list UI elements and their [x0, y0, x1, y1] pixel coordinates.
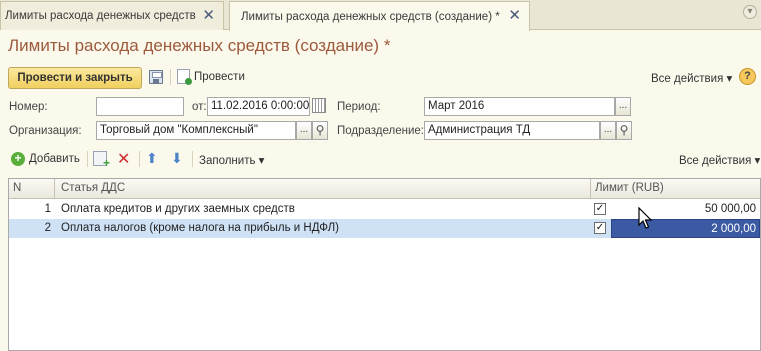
tab-label: Лимиты расхода денежных средств (создани…	[241, 10, 500, 23]
tab-label: Лимиты расхода денежных средств	[5, 10, 196, 22]
organization-select-button[interactable]: ...	[296, 121, 312, 140]
help-icon[interactable]: ?	[739, 68, 756, 85]
number-label: Номер:	[9, 101, 48, 113]
calendar-icon[interactable]	[312, 98, 326, 113]
chevron-down-icon: ▾	[258, 155, 265, 167]
tab-limits-create[interactable]: Лимиты расхода денежных средств (создани…	[229, 1, 530, 31]
row-checkbox[interactable]: ✓	[594, 222, 606, 234]
move-up-icon[interactable]: ⬆	[146, 150, 158, 167]
close-icon[interactable]: ✕	[508, 8, 521, 23]
row-limit[interactable]: 50 000,00	[613, 200, 756, 219]
period-select-button[interactable]: ...	[615, 97, 631, 116]
delete-icon[interactable]: ✕	[117, 149, 130, 169]
row-number: 2	[44, 222, 51, 234]
all-actions-label: Все действия	[679, 155, 752, 167]
row-article[interactable]: Оплата кредитов и других заемных средств	[61, 200, 586, 219]
column-header-limit[interactable]: Лимит (RUB)	[591, 179, 761, 199]
move-down-icon[interactable]: ⬇	[171, 150, 183, 167]
chevron-down-icon: ▾	[754, 155, 761, 167]
page-title: Лимиты расхода денежных средств (создани…	[8, 36, 391, 55]
fill-menu[interactable]: Заполнить ▾	[199, 153, 264, 167]
date-field[interactable]: 11.02.2016 0:00:00	[207, 97, 310, 116]
department-select-button[interactable]: ...	[600, 121, 616, 140]
department-field[interactable]: Администрация ТД	[424, 121, 600, 140]
row-limit: 2 000,00	[711, 223, 756, 235]
all-actions-label: Все действия	[651, 73, 724, 85]
copy-row-icon[interactable]	[93, 151, 110, 170]
close-icon[interactable]: ✕	[202, 8, 215, 23]
post-button[interactable]: Провести	[194, 71, 245, 83]
column-divider	[54, 179, 55, 198]
chevron-down-icon: ▾	[726, 73, 733, 85]
period-field[interactable]: Март 2016	[424, 97, 615, 116]
add-row-button[interactable]: Добавить	[29, 153, 80, 165]
chevron-down-icon[interactable]: ▾	[743, 5, 757, 19]
toolbar-divider	[139, 151, 140, 167]
date-label: от:	[192, 101, 207, 113]
period-label: Период:	[337, 101, 381, 113]
toolbar-divider	[192, 151, 193, 167]
toolbar-divider	[170, 69, 171, 85]
table-all-actions-menu[interactable]: Все действия ▾	[679, 153, 760, 167]
limits-table[interactable]: N Статья ДДС Лимит (RUB) 1 Оплата кредит…	[8, 178, 761, 351]
column-header-n[interactable]: N	[9, 179, 54, 199]
tab-limits-list[interactable]: Лимиты расхода денежных средств ✕	[0, 1, 224, 30]
fill-label: Заполнить	[199, 155, 256, 167]
add-icon[interactable]: +	[11, 152, 25, 166]
row-number: 1	[44, 203, 51, 215]
mouse-cursor-icon	[638, 207, 653, 229]
column-header-article[interactable]: Статья ДДС	[57, 179, 587, 199]
toolbar-divider	[87, 151, 88, 167]
number-field[interactable]	[96, 97, 184, 116]
save-icon[interactable]	[149, 70, 163, 84]
organization-field[interactable]: Торговый дом "Комплексный"	[96, 121, 296, 140]
organization-label: Организация:	[9, 125, 82, 137]
all-actions-menu[interactable]: Все действия ▾	[651, 71, 732, 85]
row-article[interactable]: Оплата налогов (кроме налога на прибыль …	[61, 219, 586, 238]
post-document-icon[interactable]	[177, 69, 192, 85]
tab-bar: Лимиты расхода денежных средств ✕ Лимиты…	[0, 0, 761, 31]
table-header: N Статья ДДС Лимит (RUB)	[9, 179, 760, 199]
search-icon[interactable]: ⚲	[616, 121, 632, 140]
search-icon[interactable]: ⚲	[312, 121, 328, 140]
row-checkbox[interactable]: ✓	[594, 203, 606, 215]
row-limit-cell-selected[interactable]: 2 000,00	[611, 219, 760, 238]
department-label: Подразделение:	[337, 125, 424, 137]
post-and-close-button[interactable]: Провести и закрыть	[8, 67, 142, 89]
